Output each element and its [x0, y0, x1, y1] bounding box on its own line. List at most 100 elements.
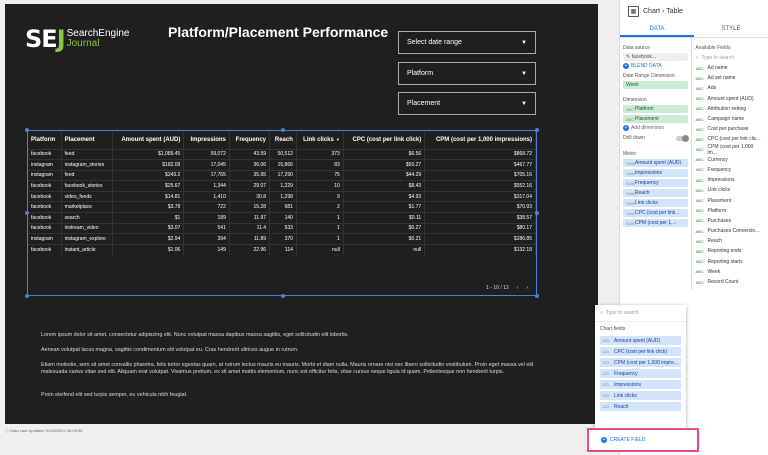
- column-header[interactable]: Frequency: [229, 131, 271, 149]
- resize-handle[interactable]: [25, 211, 29, 215]
- dimension-chip[interactable]: ABC Platform: [623, 105, 688, 113]
- metric-chip[interactable]: SUM CPC (cost per link...: [623, 209, 688, 217]
- column-header[interactable]: CPM (cost per 1,000 impressions): [424, 131, 536, 149]
- resize-handle[interactable]: [535, 128, 539, 132]
- available-field[interactable]: ABC Reporting ends: [696, 246, 764, 256]
- available-field[interactable]: ABC Link clicks: [696, 185, 764, 195]
- table-cell: $0.27: [343, 222, 426, 234]
- date-range-chip[interactable]: Week: [623, 81, 688, 89]
- available-field[interactable]: ABC Ad set name: [696, 73, 764, 83]
- metric-chip[interactable]: SUM CPM (cost per 1,...: [623, 219, 688, 227]
- chip-label: Reach: [635, 190, 650, 196]
- table-cell: 50,512: [269, 148, 297, 160]
- drill-down-label: Drill down: [623, 135, 645, 141]
- available-field[interactable]: ABC Cost per purchase: [696, 124, 764, 134]
- popup-field-item[interactable]: 123 CPM (cost per 1,000 impre...: [600, 358, 681, 367]
- available-field[interactable]: ABC Reach: [696, 236, 764, 246]
- next-page-icon[interactable]: ›: [526, 285, 528, 291]
- metric-chip[interactable]: SUM Reach: [623, 189, 688, 197]
- data-source-label: Data source: [623, 45, 650, 51]
- available-field[interactable]: ABC Campaign name: [696, 114, 764, 124]
- column-header[interactable]: Impressions: [183, 131, 230, 149]
- dimension-chip[interactable]: ABC Placement: [623, 115, 688, 123]
- field-label: Ad set name: [707, 75, 736, 82]
- table-cell: 10: [296, 180, 344, 192]
- field-type-icon: SUM: [626, 220, 635, 226]
- tab-style[interactable]: STYLE: [694, 22, 768, 37]
- metric-chip[interactable]: SUM Amount spent (AUD): [623, 159, 688, 167]
- resize-handle[interactable]: [535, 294, 539, 298]
- config-column: Data source ✎ facebook... + BLEND DATA Da…: [620, 38, 692, 291]
- resize-handle[interactable]: [25, 128, 29, 132]
- resize-handle[interactable]: [535, 211, 539, 215]
- date-range-dropdown[interactable]: Select date range ▼: [398, 31, 536, 54]
- chart-fields-label: Chart fields: [600, 326, 626, 332]
- available-field[interactable]: ABC Platform: [696, 206, 764, 216]
- placement-dropdown[interactable]: Placement ▼: [398, 92, 536, 115]
- available-field[interactable]: ABC Placement: [696, 195, 764, 205]
- column-header-label: Link clicks: [303, 136, 334, 143]
- column-header[interactable]: Link clicks ▼: [296, 131, 344, 149]
- available-field[interactable]: ABC Purchases: [696, 216, 764, 226]
- field-type-icon: ABC: [695, 85, 704, 91]
- available-field[interactable]: ABC Week: [696, 267, 764, 277]
- data-source-chip[interactable]: ✎ facebook...: [623, 53, 688, 61]
- field-type-icon: 123: [602, 371, 609, 376]
- platform-dropdown[interactable]: Platform ▼: [398, 62, 536, 85]
- popup-field-item[interactable]: 123 Link clicks: [600, 391, 681, 400]
- blend-data-button[interactable]: + BLEND DATA: [623, 63, 688, 69]
- field-label: Purchases: [707, 217, 732, 224]
- column-header[interactable]: Amount spent (AUD): [112, 131, 185, 149]
- resize-handle[interactable]: [281, 294, 285, 298]
- field-search[interactable]: ⌕ Type to search: [696, 53, 764, 63]
- available-field[interactable]: ABC Impressions: [696, 175, 764, 185]
- available-field[interactable]: ABC CPM (cost per 1,000 im...: [696, 144, 764, 156]
- popup-field-item[interactable]: 123 Amount spent (AUD): [600, 336, 681, 345]
- table-body: facebook feed $1,089.45 59,072 43.59 50,512 37…: [28, 148, 536, 255]
- resize-handle[interactable]: [281, 128, 285, 132]
- column-header[interactable]: Platform: [28, 131, 62, 149]
- table-cell: 17,045: [183, 159, 230, 171]
- popup-field-item[interactable]: 123 Reach: [600, 402, 681, 411]
- available-field[interactable]: ABC Purchases Conversio...: [696, 226, 764, 236]
- available-field[interactable]: ABC Reporting starts: [696, 257, 764, 267]
- resize-handle[interactable]: [25, 294, 29, 298]
- available-field[interactable]: ABC Frequency: [696, 165, 764, 175]
- field-label: Impressions: [707, 177, 735, 184]
- available-field[interactable]: ABC Currency: [696, 155, 764, 165]
- popup-search[interactable]: ⌕ Type to search: [595, 305, 686, 322]
- chip-label: Frequency: [635, 180, 659, 186]
- popup-search-placeholder: Type to search: [605, 310, 639, 316]
- column-header[interactable]: CPC (cost per link click): [343, 131, 426, 149]
- popup-field-item[interactable]: 123 Frequency: [600, 369, 681, 378]
- column-header[interactable]: Placement: [61, 131, 114, 149]
- popup-field-item[interactable]: 123 CPC (cost per link click): [600, 347, 681, 356]
- table-row: facebook instream_video $3.07 541 11.4 533 1 $0…: [28, 222, 536, 234]
- field-type-icon: 123: [602, 404, 609, 409]
- available-field[interactable]: ABC Record Count: [696, 277, 764, 287]
- field-type-icon: SUM: [626, 170, 635, 176]
- create-field-button[interactable]: + CREATE FIELD: [587, 428, 699, 452]
- metric-chip[interactable]: SUM Link clicks: [623, 199, 688, 207]
- table-cell: $1,089.45: [112, 148, 185, 160]
- metric-chip[interactable]: SUM Impressions: [623, 169, 688, 177]
- metric-chip[interactable]: SUM Frequency: [623, 179, 688, 187]
- table-cell: $38.57: [424, 212, 536, 224]
- create-field-label: CREATE FIELD: [610, 437, 646, 443]
- available-field[interactable]: ABC Ads: [696, 83, 764, 93]
- available-field[interactable]: ABC Amount spent (AUD): [696, 94, 764, 104]
- table-cell: feed: [61, 148, 114, 160]
- prev-page-icon[interactable]: ‹: [517, 285, 519, 291]
- available-field[interactable]: ABC Attribution setting: [696, 104, 764, 114]
- column-header[interactable]: Reach: [269, 131, 297, 149]
- add-dimension-button[interactable]: + Add dimension: [623, 125, 688, 131]
- drill-down-toggle[interactable]: [675, 134, 689, 142]
- data-table-chart[interactable]: Platform Placement Amount spent (AUD) Impre…: [25, 128, 539, 298]
- table-cell: instagram_stories: [61, 159, 114, 171]
- table-cell: 140: [269, 212, 297, 224]
- field-type-icon: ABC: [695, 228, 704, 234]
- tab-data[interactable]: DATA: [620, 22, 694, 37]
- table: Platform Placement Amount spent (AUD) Impre…: [28, 131, 536, 255]
- popup-field-item[interactable]: 123 Impressions: [600, 380, 681, 389]
- available-field[interactable]: ABC Ad name: [696, 63, 764, 73]
